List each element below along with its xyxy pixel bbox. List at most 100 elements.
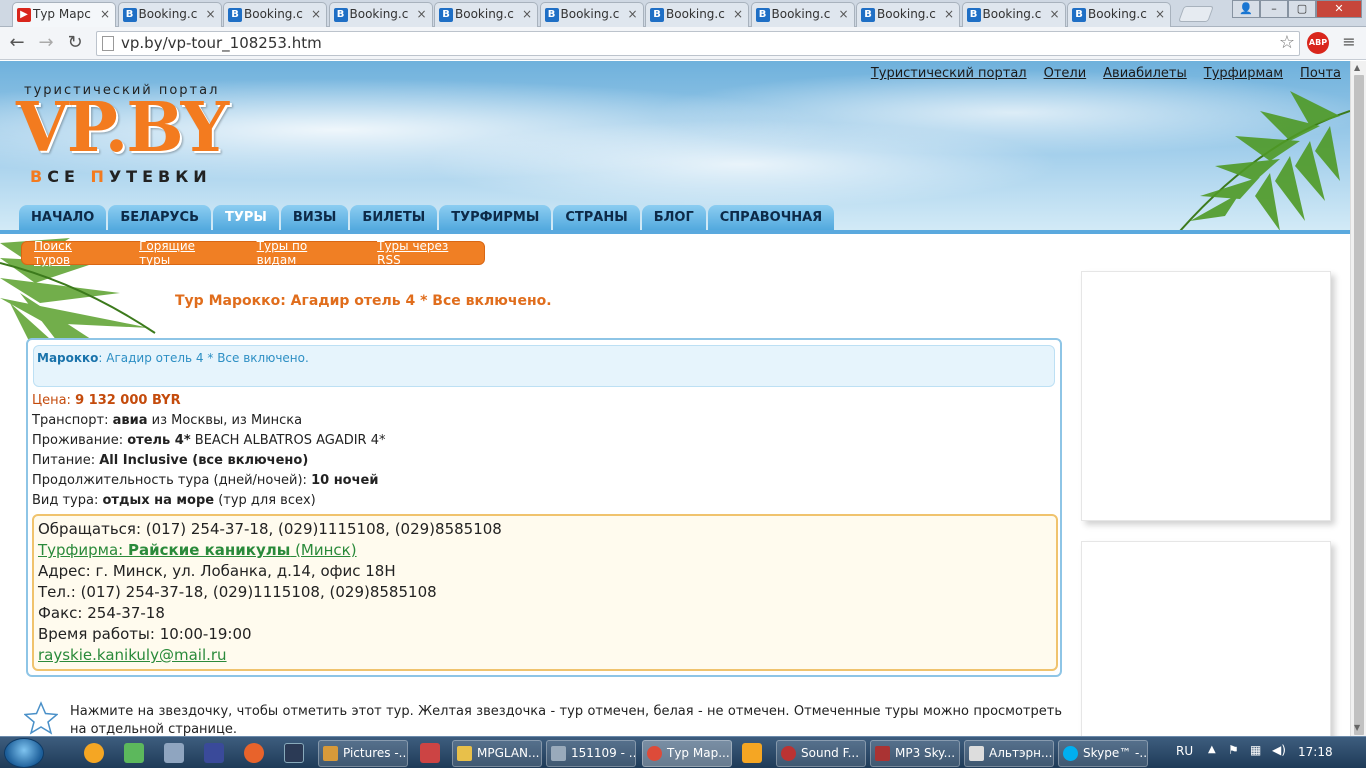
browser-tab[interactable]: B Booking.c × (856, 2, 960, 27)
browser-tab[interactable]: B Booking.c × (1067, 2, 1171, 27)
toplink-flights[interactable]: Авиабилеты (1103, 66, 1187, 81)
forward-icon[interactable]: → (35, 33, 57, 53)
browser-tab[interactable]: B Booking.c × (539, 2, 644, 27)
taskbar-button[interactable]: Sound F... (776, 740, 866, 767)
user-icon[interactable]: 👤 (1232, 0, 1260, 18)
close-tab-icon[interactable]: × (416, 7, 426, 21)
close-tab-icon[interactable]: × (733, 7, 743, 21)
audition-icon[interactable] (284, 743, 304, 763)
minimize-button[interactable]: – (1260, 0, 1288, 18)
torrent-icon[interactable] (124, 743, 144, 763)
subnav-tour-types[interactable]: Туры по видам (257, 239, 347, 267)
language-indicator[interactable]: RU (1176, 744, 1193, 758)
close-tab-icon[interactable]: × (944, 7, 954, 21)
nav-belarus[interactable]: БЕЛАРУСЬ (108, 205, 212, 230)
browser-menu-icon[interactable]: ≡ (1340, 32, 1358, 52)
taskbar-button[interactable]: MP3 Sky... (870, 740, 960, 767)
subnav-search[interactable]: Поиск туров (34, 239, 109, 267)
back-icon[interactable]: ← (6, 33, 28, 53)
close-tab-icon[interactable]: × (1049, 7, 1059, 21)
browser-tab[interactable]: B Booking.c × (750, 2, 855, 27)
nav-tickets[interactable]: БИЛЕТЫ (350, 205, 438, 230)
tour-transport: Транспорт: авиа из Москвы, из Минска (32, 413, 303, 428)
tab-label: Booking.c (349, 7, 409, 21)
clock[interactable]: 17:18 (1298, 745, 1333, 759)
reload-icon[interactable]: ↻ (64, 33, 86, 53)
nav-home[interactable]: НАЧАЛО (19, 205, 107, 230)
browser-tab[interactable]: B Booking.c × (328, 2, 433, 27)
browser-tab[interactable]: B Booking.c × (223, 2, 327, 27)
close-window-button[interactable]: ✕ (1316, 0, 1362, 18)
browser-tab[interactable]: B Booking.c × (961, 2, 1066, 27)
agency-link[interactable]: Турфирма: Райские каникулы (Минск) (38, 541, 357, 559)
scrollbar-thumb[interactable] (1354, 75, 1364, 735)
ad-banner[interactable] (1081, 541, 1331, 736)
subnav-hot-tours[interactable]: Горящие туры (139, 239, 227, 267)
tour-price: Цена: 9 132 000 BYR (32, 393, 181, 408)
toplink-mail[interactable]: Почта (1300, 66, 1341, 81)
toplink-agencies[interactable]: Турфирмам (1204, 66, 1283, 81)
nav-tours[interactable]: ТУРЫ (213, 205, 279, 230)
page-viewport: туристический портал VP.BY ВСЕ ПУТЕВКИ Т… (0, 61, 1350, 736)
close-tab-icon[interactable]: × (627, 7, 637, 21)
audio-app-icon[interactable] (164, 743, 184, 763)
page-title: Тур Марокко: Агадир отель 4 * Все включе… (175, 293, 552, 309)
chrome-icon (647, 746, 662, 761)
taskbar-button[interactable]: Pictures -... (318, 740, 408, 767)
document-icon (551, 746, 566, 761)
tab-label: Booking.c (244, 7, 303, 21)
close-tab-icon[interactable]: × (1155, 7, 1165, 21)
scroll-up-icon[interactable]: ▲ (1354, 63, 1360, 72)
start-button[interactable] (4, 738, 44, 768)
nav-agencies[interactable]: ТУРФИРМЫ (439, 205, 552, 230)
taskbar-button[interactable]: 151109 - ... (546, 740, 636, 767)
tab-label: Booking.c (560, 7, 620, 21)
save-app-icon[interactable] (204, 743, 224, 763)
close-tab-icon[interactable]: × (205, 7, 215, 21)
adblock-icon[interactable]: ABP (1307, 32, 1329, 54)
close-tab-icon[interactable]: × (100, 7, 110, 21)
taskbar-button[interactable]: Тур Мар... (642, 740, 732, 767)
main-nav: НАЧАЛО БЕЛАРУСЬ ТУРЫ ВИЗЫ БИЛЕТЫ ТУРФИРМ… (19, 205, 835, 230)
nav-countries[interactable]: СТРАНЫ (553, 205, 640, 230)
address-bar[interactable]: vp.by/vp-tour_108253.htm ☆ (96, 31, 1300, 56)
firefox-icon[interactable] (244, 743, 264, 763)
toplink-portal[interactable]: Туристический портал (871, 66, 1027, 81)
scroll-down-icon[interactable]: ▼ (1354, 723, 1360, 732)
taskbar-button[interactable]: Skype™ -... (1058, 740, 1148, 767)
close-tab-icon[interactable]: × (522, 7, 532, 21)
skype-icon (1063, 746, 1078, 761)
browser-tab[interactable]: B Booking.c × (645, 2, 749, 27)
tab-label: Booking.c (138, 7, 198, 21)
nav-visas[interactable]: ВИЗЫ (280, 205, 349, 230)
favorite-star-icon[interactable] (24, 701, 58, 735)
browser-tab[interactable]: ▶ Тур Марс × (12, 2, 116, 27)
taskbar-button[interactable]: MPGLAN... (452, 740, 542, 767)
page-scrollbar[interactable]: ▲ ▼ (1350, 61, 1366, 736)
maximize-button[interactable]: ▢ (1288, 0, 1316, 18)
taskbar-button[interactable]: Альтэрн... (964, 740, 1054, 767)
browser-tab[interactable]: B Booking.c × (117, 2, 222, 27)
browser-tab[interactable]: B Booking.c × (434, 2, 538, 27)
tray-arrow-icon[interactable]: ▲ (1208, 744, 1216, 755)
new-tab-button[interactable] (1178, 6, 1214, 22)
nav-blog[interactable]: БЛОГ (641, 205, 706, 230)
bookmark-star-icon[interactable]: ☆ (1279, 32, 1295, 53)
toplink-hotels[interactable]: Отели (1044, 66, 1087, 81)
nav-reference[interactable]: СПРАВОЧНАЯ (707, 205, 835, 230)
video-app-icon[interactable] (742, 743, 762, 763)
ad-banner[interactable] (1081, 271, 1331, 521)
network-icon[interactable]: ▦ (1250, 743, 1261, 757)
volume-icon[interactable]: ◀) (1272, 743, 1286, 757)
close-tab-icon[interactable]: × (311, 7, 321, 21)
media-player-icon[interactable] (84, 743, 104, 763)
subnav-rss[interactable]: Туры через RSS (377, 239, 472, 267)
booking-favicon-icon: B (333, 8, 348, 22)
flag-icon[interactable]: ⚑ (1228, 743, 1239, 757)
site-logo[interactable]: VP.BY (16, 93, 229, 163)
agency-email-link[interactable]: rayskie.kanikuly@mail.ru (38, 646, 227, 664)
app-icon[interactable] (420, 743, 440, 763)
site-header: туристический портал VP.BY ВСЕ ПУТЕВКИ Т… (0, 61, 1350, 234)
close-tab-icon[interactable]: × (838, 7, 848, 21)
youtube-favicon-icon: ▶ (17, 8, 31, 22)
